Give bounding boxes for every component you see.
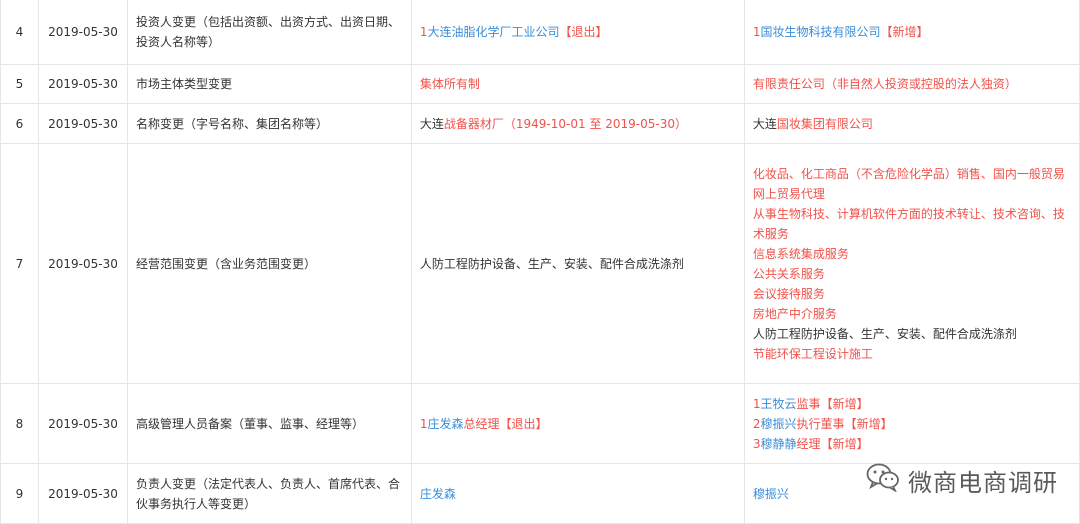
change-date: 2019-05-30 [37,64,129,104]
change-item: 高级管理人员备案（董事、监事、经理等） [127,383,412,464]
scope-line: 公共关系服务 [752,266,825,281]
change-item: 市场主体类型变更 [127,64,412,104]
after-change: 1国妆生物科技有限公司【新增】 [743,0,1080,65]
change-item: 经营范围变更（含业务范围变更） [127,143,412,384]
after-change: 1王牧云监事【新增】 2穆振兴执行董事【新增】 3穆静静经理【新增】 [743,383,1080,464]
table-row: 7 2019-05-30 经营范围变更（含业务范围变更） 人防工程防护设备、生产… [0,143,1080,384]
wechat-icon [866,462,900,498]
person-link[interactable]: 庄发森 [428,417,464,431]
person-link[interactable]: 王牧云 [761,397,797,411]
row-number: 5 [0,64,39,104]
before-change: 1庄发森总经理【退出】 [410,383,745,464]
scope-line: 信息系统集成服务 [752,246,849,261]
before-change: 大连战备器材厂（1949-10-01 至 2019-05-30） [410,103,745,144]
person-link[interactable]: 穆振兴 [761,417,797,431]
change-item: 负责人变更（法定代表人、负责人、首席代表、合伙事务执行人等变更） [127,463,412,524]
before-change: 人防工程防护设备、生产、安装、配件合成洗涤剂 [410,143,745,384]
change-date: 2019-05-30 [37,463,129,524]
row-number: 8 [0,383,39,464]
row-number: 6 [0,103,39,144]
change-item: 投资人变更（包括出资额、出资方式、出资日期、投资人名称等） [127,0,412,65]
after-change: 化妆品、化工商品（不含危险化学品）销售、国内一般贸易 网上贸易代理 从事生物科技… [743,143,1080,384]
scope-line: 节能环保工程设计施工 [752,346,873,361]
table-row: 8 2019-05-30 高级管理人员备案（董事、监事、经理等） 1庄发森总经理… [0,383,1080,464]
before-change: 1大连油脂化学厂工业公司【退出】 [410,0,745,65]
scope-line: 房地产中介服务 [752,306,837,321]
change-record-table: 4 2019-05-30 投资人变更（包括出资额、出资方式、出资日期、投资人名称… [0,0,1080,524]
row-number: 7 [0,143,39,384]
watermark-text: 微商电商调研 [908,468,1058,497]
company-link[interactable]: 国妆生物科技有限公司 [761,25,881,39]
change-date: 2019-05-30 [37,103,129,144]
scope-line: 化妆品、化工商品（不含危险化学品）销售、国内一般贸易 [752,166,1065,181]
scope-line: 从事生物科技、计算机软件方面的技术转让、技术咨询、技术服务 [752,206,1065,241]
change-date: 2019-05-30 [37,383,129,464]
before-change[interactable]: 庄发森 [410,463,745,524]
scope-line: 会议接待服务 [752,286,825,301]
table-row: 4 2019-05-30 投资人变更（包括出资额、出资方式、出资日期、投资人名称… [0,0,1080,65]
watermark: 微商电商调研 [866,462,1058,498]
scope-line: 网上贸易代理 [752,186,825,201]
table-row: 5 2019-05-30 市场主体类型变更 集体所有制 有限责任公司（非自然人投… [0,64,1080,104]
row-number: 4 [0,0,39,65]
scope-line: 人防工程防护设备、生产、安装、配件合成洗涤剂 [752,326,1017,341]
before-change: 集体所有制 [410,64,745,104]
after-change: 有限责任公司（非自然人投资或控股的法人独资） [743,64,1080,104]
company-link[interactable]: 大连油脂化学厂工业公司 [428,25,560,39]
table-row: 6 2019-05-30 名称变更（字号名称、集团名称等） 大连战备器材厂（19… [0,103,1080,144]
after-change: 大连国妆集团有限公司 [743,103,1080,144]
change-date: 2019-05-30 [37,143,129,384]
person-link[interactable]: 穆静静 [761,437,797,451]
change-item: 名称变更（字号名称、集团名称等） [127,103,412,144]
change-date: 2019-05-30 [37,0,129,65]
row-number: 9 [0,463,39,524]
